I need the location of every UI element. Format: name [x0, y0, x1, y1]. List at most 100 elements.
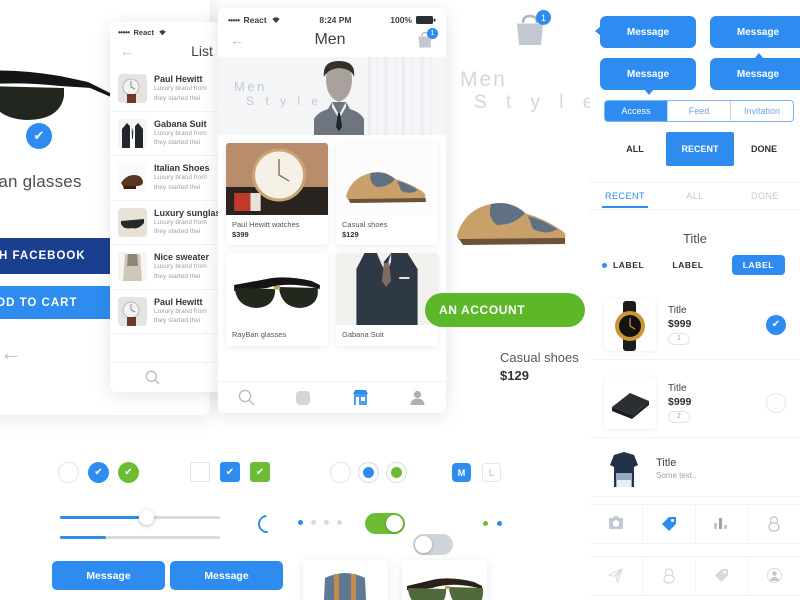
carousel-dot[interactable] [324, 520, 329, 525]
product-card[interactable]: RayBan glasses [226, 253, 328, 346]
message-bubble-4[interactable]: Message [710, 53, 800, 90]
segment-invitation[interactable]: Invitation [731, 101, 793, 121]
product-card[interactable]: Gabana Suit [336, 253, 438, 346]
message-bubble-2[interactable]: Message [710, 16, 800, 48]
product-thumb-card-backpack[interactable] [303, 560, 388, 600]
shopping-bag-icon[interactable]: 1 [416, 28, 438, 49]
hero-line-2: S t y l e [246, 94, 323, 108]
sunglasses-image [0, 70, 118, 120]
filter-all[interactable]: ALL [604, 144, 666, 154]
row-unselected-check[interactable] [766, 392, 786, 413]
wifi-icon [158, 29, 167, 36]
list-row[interactable]: Title $999 2 [590, 368, 800, 438]
toggle-off[interactable] [413, 534, 453, 555]
status-dot-blue [497, 521, 502, 526]
checkbox-square-checked-blue[interactable]: ✔ [220, 462, 240, 482]
filter-recent[interactable]: RECENT [666, 132, 734, 166]
product-image [226, 253, 328, 325]
search-icon[interactable] [238, 389, 255, 406]
create-account-button[interactable]: AN ACCOUNT [425, 293, 585, 327]
tag-icon[interactable] [643, 505, 696, 543]
camera-icon[interactable] [590, 505, 643, 543]
carousel-dot[interactable] [337, 520, 342, 525]
check-icon: ✔ [124, 467, 133, 478]
search-icon[interactable] [145, 370, 160, 385]
row-thumbnail [604, 298, 656, 351]
list-item-thumbnail [118, 118, 147, 148]
arrow-left-icon[interactable]: ← [0, 340, 22, 366]
product-name: Paul Hewitt watches [232, 220, 300, 229]
lock-icon[interactable] [643, 557, 696, 595]
shopping-bag-icon[interactable]: 1 [512, 10, 551, 48]
user-icon[interactable] [748, 557, 800, 595]
label-1[interactable]: LABEL [613, 260, 644, 270]
row-quantity[interactable]: 2 [668, 410, 690, 423]
list-item-sub2: they started thei [154, 317, 201, 325]
message-bubble-label: Message [736, 68, 780, 80]
product-thumb-card-glasses[interactable] [402, 560, 487, 600]
square-icon[interactable] [295, 389, 312, 406]
row-price: $999 [668, 395, 692, 408]
list-item-sub1: Luxury brand from [154, 174, 207, 182]
user-icon[interactable] [409, 389, 426, 406]
list-item-sub2: they started thei [154, 139, 201, 147]
radio-selected-blue[interactable] [358, 462, 379, 483]
send-icon[interactable] [590, 557, 643, 595]
status-time: 8:24 PM [319, 15, 352, 25]
product-card[interactable]: Paul Hewitt watches $399 [226, 143, 328, 245]
ui-kit-canvas: ✔ RayBan glasses $54 LOGIN WITH FACEBOOK… [0, 0, 800, 600]
loading-spinner [254, 511, 280, 537]
row-selected-check[interactable]: ✔ [766, 314, 786, 335]
checkbox-round-checked-green[interactable]: ✔ [118, 462, 139, 483]
message-bubble-1[interactable]: Message [595, 16, 696, 48]
radio-unselected[interactable] [330, 462, 351, 483]
checkbox-round-checked-blue[interactable]: ✔ [88, 462, 109, 483]
arrow-left-icon[interactable]: ← [230, 32, 244, 48]
store-icon[interactable] [352, 389, 369, 406]
radio-selected-green[interactable] [386, 462, 407, 483]
message-button-1[interactable]: Message [52, 561, 165, 590]
toggle-on[interactable] [365, 513, 405, 534]
label-2[interactable]: LABEL [672, 260, 703, 270]
list-row[interactable]: Title Some text.. [590, 441, 800, 497]
carousel-dot-active[interactable] [298, 520, 303, 525]
chart-icon[interactable] [696, 505, 749, 543]
size-chip-m[interactable]: M [452, 463, 471, 482]
glasses-image [402, 560, 487, 600]
carousel-dot[interactable] [311, 520, 316, 525]
message-button-2[interactable]: Message [170, 561, 283, 590]
list-item-sub1: Luxury brand from [154, 129, 207, 137]
product-image [336, 143, 438, 215]
check-icon: ✔ [94, 467, 103, 478]
size-chip-l[interactable]: L [482, 463, 501, 482]
checkbox-round-unchecked[interactable] [58, 462, 79, 483]
list-item-sub2: they started thei [154, 183, 201, 191]
tab-all[interactable]: ALL [660, 183, 730, 209]
label-3-selected[interactable]: LABEL [731, 255, 786, 275]
list-item-thumbnail [118, 207, 147, 237]
arrow-left-icon[interactable]: ← [120, 43, 134, 59]
list-row[interactable]: Title $999 1 ✔ [590, 290, 800, 360]
slider-handle-1[interactable] [139, 510, 154, 525]
row-quantity[interactable]: 1 [668, 332, 690, 345]
row-price: $999 [668, 317, 692, 330]
segment-access[interactable]: Access [605, 101, 668, 121]
components-panel: Message Message Message Message Access F… [590, 0, 800, 600]
tag-icon[interactable] [696, 557, 749, 595]
checkbox-square-checked-green[interactable]: ✔ [250, 462, 270, 482]
product-card[interactable]: Casual shoes $129 [336, 143, 438, 245]
underline-tabs: RECENT ALL DONE [590, 182, 800, 210]
product-selected-check[interactable]: ✔ [26, 123, 52, 149]
segment-feed[interactable]: Feed [668, 101, 731, 121]
tab-recent[interactable]: RECENT [590, 183, 660, 209]
checkbox-square-unchecked[interactable] [190, 462, 210, 482]
lock-icon[interactable] [748, 505, 800, 543]
list-item-sub1: Luxury brand from [154, 85, 207, 92]
carousel-dots[interactable] [298, 520, 342, 525]
message-bubble-3[interactable]: Message [600, 58, 696, 95]
watch-image [604, 298, 656, 351]
list-item-title: Paul Hewitt [154, 296, 203, 307]
tab-done[interactable]: DONE [730, 183, 800, 209]
filter-done[interactable]: DONE [734, 144, 794, 154]
men-style-heading: Men S t y l e [460, 68, 600, 114]
